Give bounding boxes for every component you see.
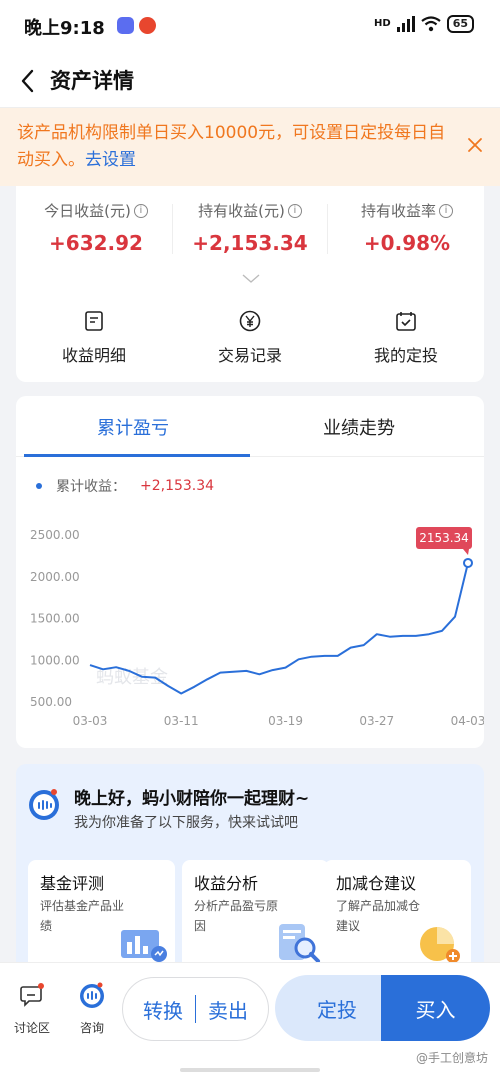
x-tick-label: 04-03 — [451, 714, 484, 728]
convert-sell-pill: 转换 卖出 — [122, 977, 269, 1041]
assistant-subtitle: 我为你准备了以下服务，快来试试吧 — [74, 815, 298, 831]
stat-label: 持有收益率 — [360, 202, 436, 220]
yen-circle-icon — [239, 310, 261, 332]
y-tick-label: 2000.00 — [30, 570, 80, 584]
earnings-summary-card: 今日收益(元) i +632.92 持有收益(元) i +2,153.34 持有收益… — [16, 186, 484, 382]
stat-value: +0.98% — [363, 231, 451, 255]
stat-label: 持有收益(元) — [198, 202, 285, 220]
info-icon[interactable]: i — [287, 203, 302, 218]
chevron-down-icon[interactable] — [242, 274, 260, 284]
status-bar: 晚上9:18 HD 65 — [0, 0, 500, 54]
nav-bar: 资产详情 — [0, 54, 500, 108]
chart-legend: 累计收益： +2,153.34 — [36, 476, 214, 496]
action-label: 我的定投 — [373, 346, 438, 365]
signal-icon — [396, 16, 415, 32]
callout-pointer — [463, 548, 469, 555]
y-tick-label: 500.00 — [30, 695, 72, 709]
stat-holding: 持有收益(元) i +2,153.34 — [180, 200, 320, 255]
x-tick-label: 03-03 — [73, 714, 108, 728]
document-icon — [85, 311, 103, 331]
legend-label: 累计收益： — [56, 479, 126, 495]
y-tick-label: 1500.00 — [30, 612, 80, 626]
service-title: 加减仓建议 — [336, 874, 417, 893]
buy-button[interactable]: 买入 — [381, 975, 490, 1041]
y-tick-label: 1000.00 — [30, 653, 80, 667]
stat-today: 今日收益(元) i +632.92 — [26, 200, 166, 255]
chart-card: 累计盈亏 业绩走势 累计收益： +2,153.34 500.00 1000.00 1… — [16, 396, 484, 748]
action-earnings-detail[interactable]: 收益明细 — [34, 310, 154, 366]
home-indicator — [180, 1068, 320, 1072]
tab-cumulative-pnl[interactable]: 累计盈亏 — [97, 414, 169, 440]
discuss-label: 讨论区 — [13, 1021, 50, 1035]
service-title: 收益分析 — [194, 874, 259, 893]
service-fund-review[interactable]: 基金评测 评估基金产品业绩 — [28, 860, 175, 970]
discuss-button[interactable]: 讨论区 — [6, 981, 58, 1036]
stat-rate: 持有收益率 i +0.98% — [334, 200, 480, 255]
watermark-text: @手工创意坊 — [415, 1051, 488, 1065]
action-trade-records[interactable]: 交易记录 — [190, 310, 310, 366]
action-my-auto-invest[interactable]: 我的定投 — [346, 310, 466, 366]
service-desc: 评估基金产品业绩 — [40, 899, 125, 933]
notice-message: 该产品机构限制单日买入10000元，可设置日定投每日自动买入。 — [17, 123, 446, 170]
tab-active-indicator — [24, 454, 250, 457]
close-icon[interactable] — [466, 136, 484, 154]
divider — [172, 204, 173, 254]
x-tick-label: 03-27 — [359, 714, 394, 728]
chart-watermark: 蚂蚁基金 — [96, 667, 168, 688]
notice-text: 该产品机构限制单日买入10000元，可设置日定投每日自动买入。去设置 — [17, 120, 447, 174]
consult-label: 咨询 — [79, 1021, 104, 1035]
service-earnings-analysis[interactable]: 收益分析 分析产品盈亏原因 — [182, 860, 329, 970]
stat-label: 今日收益(元) — [44, 202, 131, 220]
bar-chart-icon — [121, 930, 167, 962]
x-tick-label: 03-11 — [164, 714, 199, 728]
pie-chart-icon — [420, 927, 460, 963]
app-notification-icon — [139, 17, 156, 34]
battery-icon: 65 — [446, 15, 474, 33]
consult-button[interactable]: 咨询 — [66, 981, 118, 1036]
service-title: 基金评测 — [40, 874, 105, 893]
callout-label: 2153.34 — [419, 531, 469, 545]
notice-settings-link[interactable]: 去设置 — [85, 150, 136, 170]
legend-value: +2,153.34 — [140, 478, 215, 494]
data-point — [463, 557, 473, 568]
status-time: 晚上9:18 — [24, 18, 105, 39]
stat-value: +2,153.34 — [192, 231, 308, 255]
action-label: 交易记录 — [217, 346, 282, 365]
chat-bubble-icon — [20, 983, 44, 1007]
service-position-advice[interactable]: 加减仓建议 了解产品加减仓建议 — [324, 860, 471, 970]
bottom-action-bar: 讨论区 咨询 转换 卖出 定投 买入 @手工创意坊 — [0, 962, 500, 1076]
tab-performance-trend[interactable]: 业绩走势 — [323, 414, 395, 440]
sell-button[interactable]: 卖出 — [196, 995, 260, 1024]
calendar-check-icon — [396, 312, 416, 331]
x-tick-label: 03-19 — [268, 714, 303, 728]
info-icon[interactable]: i — [439, 203, 453, 218]
y-tick-label: 2500.00 — [30, 528, 80, 542]
info-icon[interactable]: i — [133, 203, 148, 218]
divider — [327, 204, 328, 254]
service-desc: 分析产品盈亏原因 — [194, 899, 279, 933]
magnifier-phone-icon — [279, 924, 320, 963]
notice-banner: 该产品机构限制单日买入10000元，可设置日定投每日自动买入。去设置 — [0, 108, 500, 186]
service-desc: 了解产品加减仓建议 — [336, 899, 421, 933]
back-arrow-icon[interactable] — [14, 66, 44, 96]
assistant-avatar-icon — [80, 982, 104, 1008]
status-indicators: HD 65 — [374, 15, 474, 33]
convert-button[interactable]: 转换 — [131, 995, 195, 1024]
stat-value: +632.92 — [49, 231, 143, 255]
assistant-greeting: 晚上好，蚂小财陪你一起理财~ — [74, 789, 310, 809]
app-notification-icon — [117, 17, 134, 34]
page-title: 资产详情 — [50, 69, 134, 93]
cumulative-pnl-chart[interactable]: 500.00 1000.00 1500.00 2000.00 2500.00 03-03 0… — [16, 514, 484, 744]
action-label: 收益明细 — [61, 346, 126, 365]
wifi-icon — [421, 16, 441, 32]
legend-dot — [36, 483, 42, 489]
assistant-avatar-icon — [29, 789, 59, 820]
network-type: HD — [374, 18, 391, 29]
